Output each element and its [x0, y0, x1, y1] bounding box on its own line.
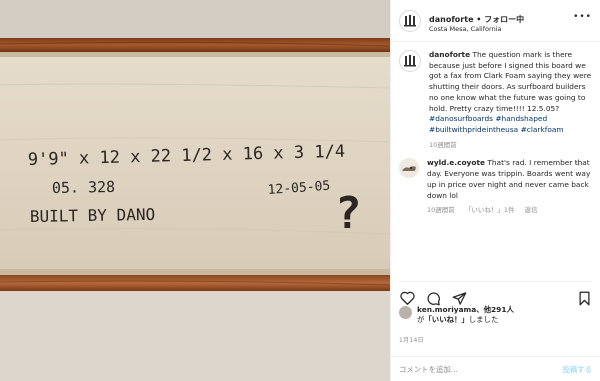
likes-summary: ken.moriyama、他291人 が「いいね！」しました	[399, 305, 592, 325]
add-comment-bar: コメントを追加... 投稿する	[391, 356, 600, 381]
comment-time[interactable]: 10週間前	[427, 206, 455, 214]
post-side-panel: danoforte • フォロー中 Costa Mesa, California…	[390, 0, 600, 381]
hashtag-link[interactable]: #danosurfboards	[429, 114, 493, 123]
commenter-avatar[interactable]	[399, 158, 419, 179]
following-button[interactable]: フォロー中	[484, 15, 524, 24]
liker-avatar[interactable]	[399, 306, 412, 319]
dano-logo-icon	[404, 55, 416, 67]
built-by-text: BUILT BY DANO	[30, 205, 156, 226]
caption-comment: danoforte The question mark is there bec…	[399, 50, 592, 150]
post-comment-button[interactable]: 投稿する	[562, 364, 592, 375]
likes-suffix-quote: 「いいね！」	[424, 314, 469, 324]
caption-avatar[interactable]	[399, 50, 421, 72]
header-username[interactable]: danoforte	[429, 15, 474, 24]
hashtag-link[interactable]: #handshaped	[495, 114, 547, 123]
more-options-button[interactable]: •••	[573, 12, 592, 22]
avatar[interactable]	[399, 9, 421, 32]
comments-list: danoforte The question mark is there bec…	[391, 42, 600, 278]
comment-icon[interactable]	[425, 290, 441, 306]
comment-likes[interactable]: 「いいね！」1件	[465, 206, 515, 214]
caption-text: The question mark is there because just …	[429, 50, 592, 113]
location-link[interactable]: Costa Mesa, California	[429, 25, 524, 33]
hashtag-link[interactable]: #clarkfoam	[521, 125, 564, 134]
liker-username[interactable]: ken.moriyama	[417, 305, 476, 314]
post-header: danoforte • フォロー中 Costa Mesa, California…	[391, 0, 600, 42]
caption-time[interactable]: 10週間前	[429, 141, 457, 149]
caption-username[interactable]: danoforte	[429, 50, 470, 59]
hashtag-link[interactable]: #builtwithprideintheusa	[429, 125, 518, 134]
instagram-post: 9'9" x 12 x 22 1/2 x 16 x 3 1/4 05. 328 …	[0, 0, 600, 381]
question-mark: ?	[335, 188, 362, 239]
commenter-username[interactable]: wyld.e.coyote	[427, 158, 485, 167]
others-count[interactable]: 、他291人	[476, 305, 514, 314]
likes-suffix-post: しました	[468, 314, 499, 324]
user-comment: wyld.e.coyote That's rad. I remember tha…	[399, 158, 592, 215]
comment-like-icon[interactable]: ♡	[576, 160, 582, 168]
board-number-text: 05. 328	[52, 178, 116, 197]
bookmark-icon[interactable]	[576, 290, 592, 306]
like-icon[interactable]	[399, 290, 415, 306]
header-separator: •	[473, 14, 485, 24]
reply-button[interactable]: 返信	[525, 206, 538, 214]
post-photo[interactable]: 9'9" x 12 x 22 1/2 x 16 x 3 1/4 05. 328 …	[0, 0, 390, 381]
surfboard-photo: 9'9" x 12 x 22 1/2 x 16 x 3 1/4 05. 328 …	[0, 0, 390, 381]
coyote-avatar-icon	[399, 158, 419, 179]
post-date[interactable]: 1月14日	[399, 335, 424, 344]
share-icon[interactable]	[451, 290, 467, 306]
comment-input[interactable]: コメントを追加...	[399, 364, 562, 375]
dano-logo-icon	[404, 14, 416, 26]
